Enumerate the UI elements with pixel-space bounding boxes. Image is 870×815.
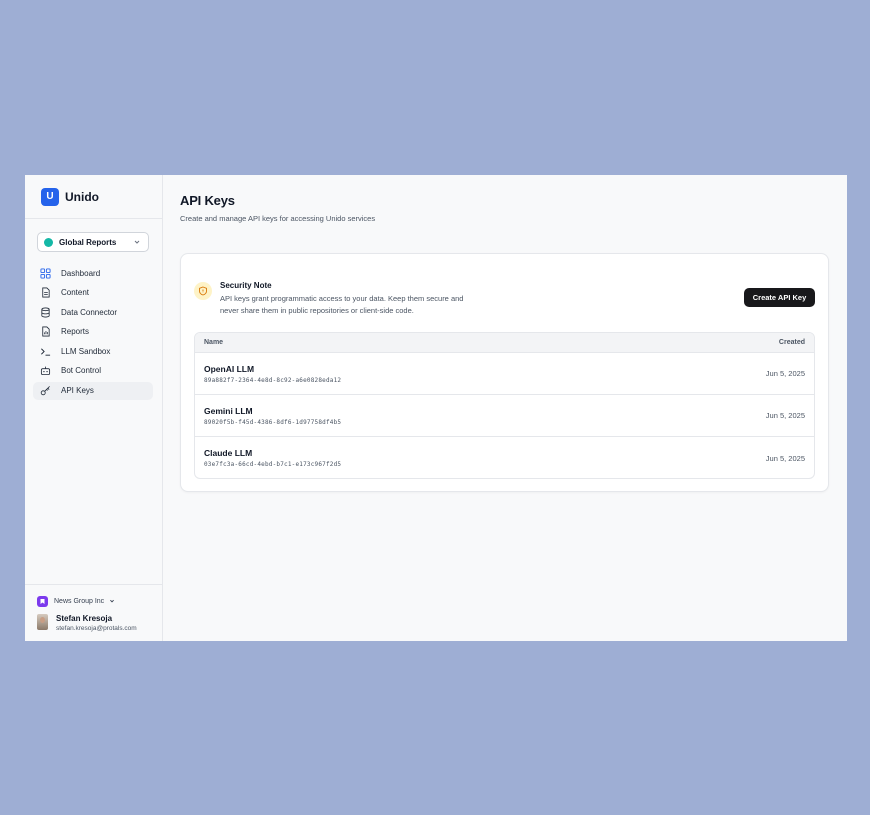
create-api-key-button[interactable]: Create API Key xyxy=(744,288,815,307)
bot-icon xyxy=(40,365,51,376)
key-id: 89020f5b-f45d-4386-8df6-1d97758df4b5 xyxy=(204,418,342,426)
sidebar-item-reports[interactable]: Reports xyxy=(33,323,153,341)
dashboard-icon xyxy=(40,267,51,279)
column-header-created[interactable]: Created xyxy=(779,339,805,346)
key-name: Claude LLM xyxy=(204,448,253,458)
avatar xyxy=(37,614,48,630)
key-created-date: Jun 5, 2025 xyxy=(765,453,805,463)
sidebar: U Unido Global Reports Dashboard Content xyxy=(25,175,163,641)
sidebar-item-dashboard[interactable]: Dashboard xyxy=(33,264,153,282)
page-subtitle: Create and manage API keys for accessing… xyxy=(180,214,376,223)
key-name: OpenAI LLM xyxy=(204,363,255,374)
sidebar-item-label: Content xyxy=(61,288,90,298)
app-window: U Unido Global Reports Dashboard Content xyxy=(25,175,847,641)
user-name: Stefan Kresoja xyxy=(56,614,113,623)
chevron-down-icon xyxy=(134,240,140,244)
key-created-date: Jun 5, 2025 xyxy=(765,411,805,420)
table-row[interactable]: OpenAI LLM 89a882f7-2364-4e8d-8c92-a6e08… xyxy=(195,353,814,395)
key-name: Gemini LLM xyxy=(204,405,253,416)
shield-icon xyxy=(194,282,212,300)
api-keys-table: Name Created OpenAI LLM 89a882f7-2364-4e… xyxy=(194,332,815,479)
sidebar-item-data-connector[interactable]: Data Connector xyxy=(33,303,153,321)
key-id: 03e7fc3a-66cd-4ebd-b7c1-e173c967f2d5 xyxy=(204,461,342,468)
brand[interactable]: U Unido xyxy=(25,175,162,219)
security-note: Security Note API keys grant programmati… xyxy=(194,280,470,316)
chevron-down-icon xyxy=(110,599,115,603)
sidebar-item-label: Dashboard xyxy=(61,268,101,278)
document-icon xyxy=(40,287,51,298)
key-icon xyxy=(40,385,51,396)
workspace-dot xyxy=(44,237,53,247)
sidebar-item-label: Reports xyxy=(61,327,90,337)
table-header: Name Created xyxy=(195,333,814,353)
sidebar-item-api-keys[interactable]: API Keys xyxy=(33,381,153,400)
brand-logo: U xyxy=(41,187,59,206)
main-content: API Keys Create and manage API keys for … xyxy=(163,175,847,641)
key-created-date: Jun 5, 2025 xyxy=(765,369,805,378)
terminal-icon xyxy=(40,346,51,357)
security-note-body: API keys grant programmatic access to yo… xyxy=(220,294,464,315)
api-keys-card: Security Note API keys grant programmati… xyxy=(180,253,829,492)
workspace-selector[interactable]: Global Reports xyxy=(37,232,149,252)
brand-name: Unido xyxy=(65,189,99,204)
org-name: News Group Inc xyxy=(54,597,105,605)
user-email: stefan.kresoja@protals.com xyxy=(56,625,137,632)
org-switcher[interactable]: News Group Inc xyxy=(37,595,162,607)
report-icon xyxy=(40,326,51,337)
sidebar-item-label: Bot Control xyxy=(61,366,102,376)
sidebar-item-content[interactable]: Content xyxy=(33,284,153,302)
sidebar-item-bot-control[interactable]: Bot Control xyxy=(33,362,153,380)
table-row[interactable]: Gemini LLM 89020f5b-f45d-4386-8df6-1d977… xyxy=(195,395,814,437)
page-title: API Keys xyxy=(180,193,235,208)
sidebar-item-label: API Keys xyxy=(61,386,94,396)
user-profile[interactable]: Stefan Kresoja stefan.kresoja@protals.co… xyxy=(37,614,162,634)
sidebar-footer: News Group Inc Stefan Kresoja stefan.kre… xyxy=(25,584,162,641)
security-note-title: Security Note xyxy=(220,281,272,290)
org-logo-icon xyxy=(37,595,48,607)
sidebar-nav: Dashboard Content Data Connector Reports xyxy=(25,264,162,400)
key-id: 89a882f7-2364-4e8d-8c92-a6e0828eda12 xyxy=(204,376,342,384)
sidebar-item-label: Data Connector xyxy=(61,307,118,317)
database-icon xyxy=(40,307,51,318)
sidebar-item-label: LLM Sandbox xyxy=(61,346,111,356)
sidebar-item-llm-sandbox[interactable]: LLM Sandbox xyxy=(33,342,153,360)
column-header-name[interactable]: Name xyxy=(204,339,223,346)
workspace-label: Global Reports xyxy=(59,237,117,247)
table-row[interactable]: Claude LLM 03e7fc3a-66cd-4ebd-b7c1-e173c… xyxy=(195,437,814,478)
